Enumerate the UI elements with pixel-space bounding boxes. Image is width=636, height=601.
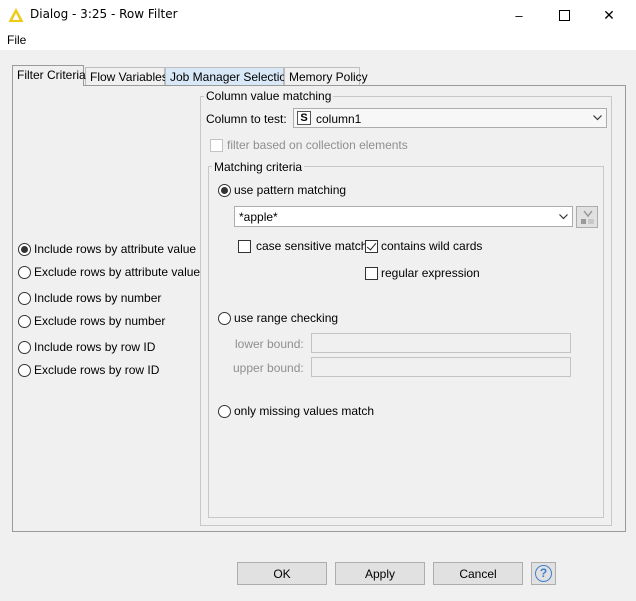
radio-include-number[interactable]: Include rows by number <box>18 290 198 306</box>
tab-label: Job Manager Selection <box>170 70 293 84</box>
knime-warning-icon <box>8 8 24 22</box>
radio-label: use pattern matching <box>234 183 347 197</box>
checkbox-label: filter based on collection elements <box>227 138 408 152</box>
radio-exclude-attribute[interactable]: Exclude rows by attribute value <box>18 264 201 280</box>
tab-label: Filter Criteria <box>17 68 86 82</box>
cancel-button[interactable]: Cancel <box>433 562 523 585</box>
maximize-icon <box>558 9 570 21</box>
column-select-value: column1 <box>316 112 362 126</box>
tab-filter-criteria[interactable]: Filter Criteria <box>12 65 86 86</box>
checkbox[interactable] <box>365 266 378 280</box>
radio-label: use range checking <box>234 311 339 325</box>
radio-label: Include rows by row ID <box>34 340 156 354</box>
radio-label: Exclude rows by row ID <box>34 363 160 377</box>
close-icon: ✕ <box>603 6 615 23</box>
lower-bound-label: lower bound: <box>235 337 304 351</box>
pattern-flow-variable-button[interactable] <box>576 206 598 228</box>
checkbox-label: regular expression <box>381 266 480 280</box>
menu-bar: File <box>0 30 636 50</box>
checkbox-label: case sensitive match <box>256 239 368 253</box>
title-bar: Dialog - 3:25 - Row Filter – ✕ <box>0 0 636 30</box>
radio-button[interactable] <box>218 183 231 197</box>
radio-button[interactable] <box>18 291 31 305</box>
radio-pattern-matching[interactable]: use pattern matching <box>218 182 346 198</box>
lower-bound-input[interactable] <box>311 333 571 353</box>
tab-label: Flow Variables <box>90 70 168 84</box>
close-button[interactable]: ✕ <box>586 0 632 30</box>
ok-button[interactable]: OK <box>237 562 327 585</box>
radio-button[interactable] <box>18 265 31 279</box>
pattern-value: *apple* <box>239 210 278 224</box>
radio-label: Include rows by attribute value <box>34 242 197 256</box>
radio-label: Exclude rows by attribute value <box>34 265 201 279</box>
column-to-test-label: Column to test: <box>206 112 287 126</box>
radio-missing-values[interactable]: only missing values match <box>218 403 374 419</box>
help-button[interactable]: ? <box>531 562 556 585</box>
checkbox[interactable] <box>210 138 223 152</box>
minimize-icon: – <box>515 7 523 23</box>
chevron-down-icon <box>593 115 602 121</box>
column-value-matching-title: Column value matching <box>204 89 334 103</box>
radio-include-attribute[interactable]: Include rows by attribute value <box>18 241 198 257</box>
radio-exclude-number[interactable]: Exclude rows by number <box>18 313 198 329</box>
minimize-button[interactable]: – <box>496 0 542 30</box>
pattern-input[interactable]: *apple* <box>234 206 573 227</box>
radio-button[interactable] <box>218 404 231 418</box>
radio-button[interactable] <box>18 242 31 256</box>
upper-bound-input[interactable] <box>311 357 571 377</box>
tab-label: Memory Policy <box>289 70 368 84</box>
radio-button[interactable] <box>18 340 31 354</box>
flow-variable-icon <box>581 210 594 224</box>
maximize-button[interactable] <box>541 0 587 30</box>
wildcards-checkbox[interactable]: contains wild cards <box>365 238 482 254</box>
case-sensitive-checkbox[interactable]: case sensitive match <box>238 238 367 254</box>
tab-memory-policy[interactable]: Memory Policy <box>284 67 368 85</box>
chevron-down-icon <box>559 214 568 220</box>
window-title: Dialog - 3:25 - Row Filter <box>30 7 178 21</box>
checkbox-label: contains wild cards <box>381 239 483 253</box>
radio-label: Exclude rows by number <box>34 314 166 328</box>
column-select[interactable]: S column1 <box>293 108 607 128</box>
tab-flow-variables[interactable]: Flow Variables <box>85 67 168 85</box>
radio-label: only missing values match <box>234 404 375 418</box>
string-type-icon: S <box>297 111 311 125</box>
radio-button[interactable] <box>18 314 31 328</box>
apply-button[interactable]: Apply <box>335 562 425 585</box>
radio-include-rowid[interactable]: Include rows by row ID <box>18 339 198 355</box>
regex-checkbox[interactable]: regular expression <box>365 265 480 281</box>
radio-exclude-rowid[interactable]: Exclude rows by row ID <box>18 362 198 378</box>
tab-job-manager-selection[interactable]: Job Manager Selection <box>165 67 293 85</box>
filter-mode-list: Include rows by attribute value Exclude … <box>18 241 201 378</box>
radio-label: Include rows by number <box>34 291 162 305</box>
collection-filter-checkbox[interactable]: filter based on collection elements <box>210 137 408 153</box>
help-icon: ? <box>535 565 552 582</box>
upper-bound-label: upper bound: <box>233 361 304 375</box>
checkbox[interactable] <box>365 239 378 253</box>
menu-file[interactable]: File <box>7 33 26 47</box>
radio-button[interactable] <box>218 311 231 325</box>
radio-range-checking[interactable]: use range checking <box>218 310 338 326</box>
matching-criteria-title: Matching criteria <box>212 160 305 174</box>
radio-button[interactable] <box>18 363 31 377</box>
checkbox[interactable] <box>238 239 251 253</box>
